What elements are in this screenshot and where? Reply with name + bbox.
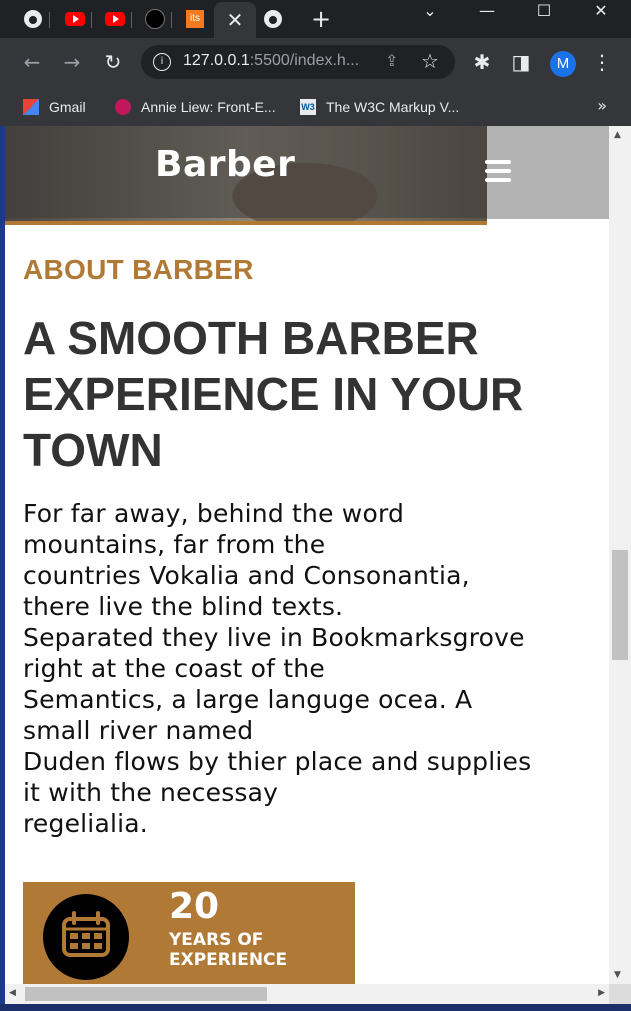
- tab-its[interactable]: its: [178, 4, 212, 34]
- flower-icon: [115, 99, 131, 115]
- experience-card: 20 YEARS OF EXPERIENCE: [23, 882, 355, 984]
- paragraph-line: Duden flows by thier place and supplies: [23, 747, 532, 776]
- vertical-scroll-thumb[interactable]: [612, 550, 628, 660]
- w3c-icon: W3: [300, 99, 316, 115]
- paragraph-line: For far away, behind the word: [23, 499, 405, 528]
- tab-youtube-2[interactable]: [98, 4, 132, 34]
- tab-search-icon[interactable]: ⌄: [412, 0, 448, 30]
- years-label-line1: YEARS OF: [169, 930, 264, 950]
- browser-window: its ✕ + ⌄ — ☐ ✕ ← → ↻ i 127.0.0.1:5500/i…: [0, 0, 631, 1011]
- tab-strip: its ✕ + ⌄ — ☐ ✕: [0, 0, 631, 38]
- site-logo[interactable]: Barber: [155, 144, 295, 185]
- new-tab-button[interactable]: +: [309, 4, 333, 34]
- tab-dark[interactable]: [138, 4, 172, 34]
- menu-icon[interactable]: ⋮: [590, 50, 614, 74]
- youtube-icon: [65, 12, 85, 26]
- its-icon: its: [186, 10, 204, 28]
- paragraph-line: small river named: [23, 716, 254, 745]
- years-number: 20: [169, 886, 220, 927]
- site-info-icon[interactable]: i: [153, 53, 171, 71]
- side-panel-icon[interactable]: ◨: [509, 50, 533, 74]
- calendar-icon-circle: [43, 894, 129, 980]
- paragraph-line: there live the blind texts.: [23, 592, 344, 621]
- share-icon[interactable]: ⇪: [385, 51, 398, 70]
- bookmark-label: The W3C Markup V...: [326, 99, 460, 115]
- close-tab-icon[interactable]: ✕: [227, 5, 244, 35]
- tab-github-2[interactable]: [256, 4, 290, 34]
- bookmark-label: Gmail: [49, 99, 86, 115]
- bookmarks-more-icon[interactable]: »: [597, 96, 607, 115]
- horizontal-scroll-thumb[interactable]: [25, 987, 267, 1001]
- scroll-down-arrow-icon[interactable]: ▼: [614, 970, 621, 980]
- horizontal-scrollbar[interactable]: ◀ ▶: [5, 984, 609, 1004]
- address-bar[interactable]: i 127.0.0.1:5500/index.h... ⇪ ☆: [141, 45, 455, 79]
- paragraph-line: right at the coast of the: [23, 654, 325, 683]
- github-icon: [24, 10, 42, 28]
- page-viewport: Barber ABOUT BARBER A SMOOTH BARBER EXPE…: [5, 126, 609, 984]
- hamburger-menu-icon[interactable]: [485, 160, 511, 182]
- bookmark-label: Annie Liew: Front-E...: [141, 99, 276, 115]
- tab-youtube-1[interactable]: [58, 4, 92, 34]
- bookmark-annie-liew[interactable]: Annie Liew: Front-E...: [115, 96, 276, 118]
- bookmarks-bar: Gmail Annie Liew: Front-E... W3 The W3C M…: [0, 88, 631, 127]
- years-label: YEARS OF EXPERIENCE: [169, 930, 349, 970]
- profile-avatar[interactable]: M: [550, 51, 576, 77]
- tab-github-1[interactable]: [16, 4, 50, 34]
- gmail-icon: [23, 99, 39, 115]
- vertical-scrollbar[interactable]: ▲ ▼: [609, 126, 631, 984]
- page-title: A SMOOTH BARBER EXPERIENCE IN YOUR TOWN: [23, 312, 524, 476]
- scroll-right-arrow-icon[interactable]: ▶: [598, 988, 605, 998]
- forward-button[interactable]: →: [60, 50, 84, 74]
- maximize-button[interactable]: ☐: [526, 0, 562, 30]
- paragraph-line: mountains, far from the: [23, 530, 326, 559]
- github-icon: [264, 10, 282, 28]
- bookmark-gmail[interactable]: Gmail: [23, 96, 86, 118]
- bookmark-w3c[interactable]: W3 The W3C Markup V...: [300, 96, 459, 118]
- paragraph-line: countries Vokalia and Consonantia,: [23, 561, 470, 590]
- reload-button[interactable]: ↻: [101, 50, 125, 74]
- scrollbar-corner: [609, 984, 631, 1004]
- url-path: :5500/index.h...: [249, 52, 360, 69]
- tab-active[interactable]: ✕: [214, 2, 256, 38]
- dark-circle-icon: [145, 9, 165, 29]
- back-button[interactable]: ←: [20, 50, 44, 74]
- url-host: 127.0.0.1: [183, 52, 250, 69]
- scroll-up-arrow-icon[interactable]: ▲: [614, 130, 621, 140]
- youtube-icon: [105, 12, 125, 26]
- desktop-edge: [0, 1004, 631, 1011]
- about-paragraph: For far away, behind the word mountains,…: [23, 498, 583, 839]
- paragraph-line: regelialia.: [23, 809, 148, 838]
- paragraph-line: it with the necessay: [23, 778, 279, 807]
- calendar-icon: [62, 911, 110, 957]
- bookmark-star-icon[interactable]: ☆: [421, 49, 439, 73]
- scroll-left-arrow-icon[interactable]: ◀: [9, 988, 16, 998]
- extensions-icon[interactable]: ✱: [470, 50, 494, 74]
- section-label: ABOUT BARBER: [23, 254, 254, 285]
- minimize-button[interactable]: —: [469, 0, 505, 30]
- close-window-button[interactable]: ✕: [583, 0, 619, 30]
- years-label-line2: EXPERIENCE: [169, 950, 288, 970]
- paragraph-line: Separated they live in Bookmarksgrove: [23, 623, 525, 652]
- url-text[interactable]: 127.0.0.1:5500/index.h...: [183, 52, 359, 70]
- browser-toolbar: ← → ↻ i 127.0.0.1:5500/index.h... ⇪ ☆ ✱ …: [0, 38, 631, 88]
- paragraph-line: Semantics, a large languge ocea. A: [23, 685, 473, 714]
